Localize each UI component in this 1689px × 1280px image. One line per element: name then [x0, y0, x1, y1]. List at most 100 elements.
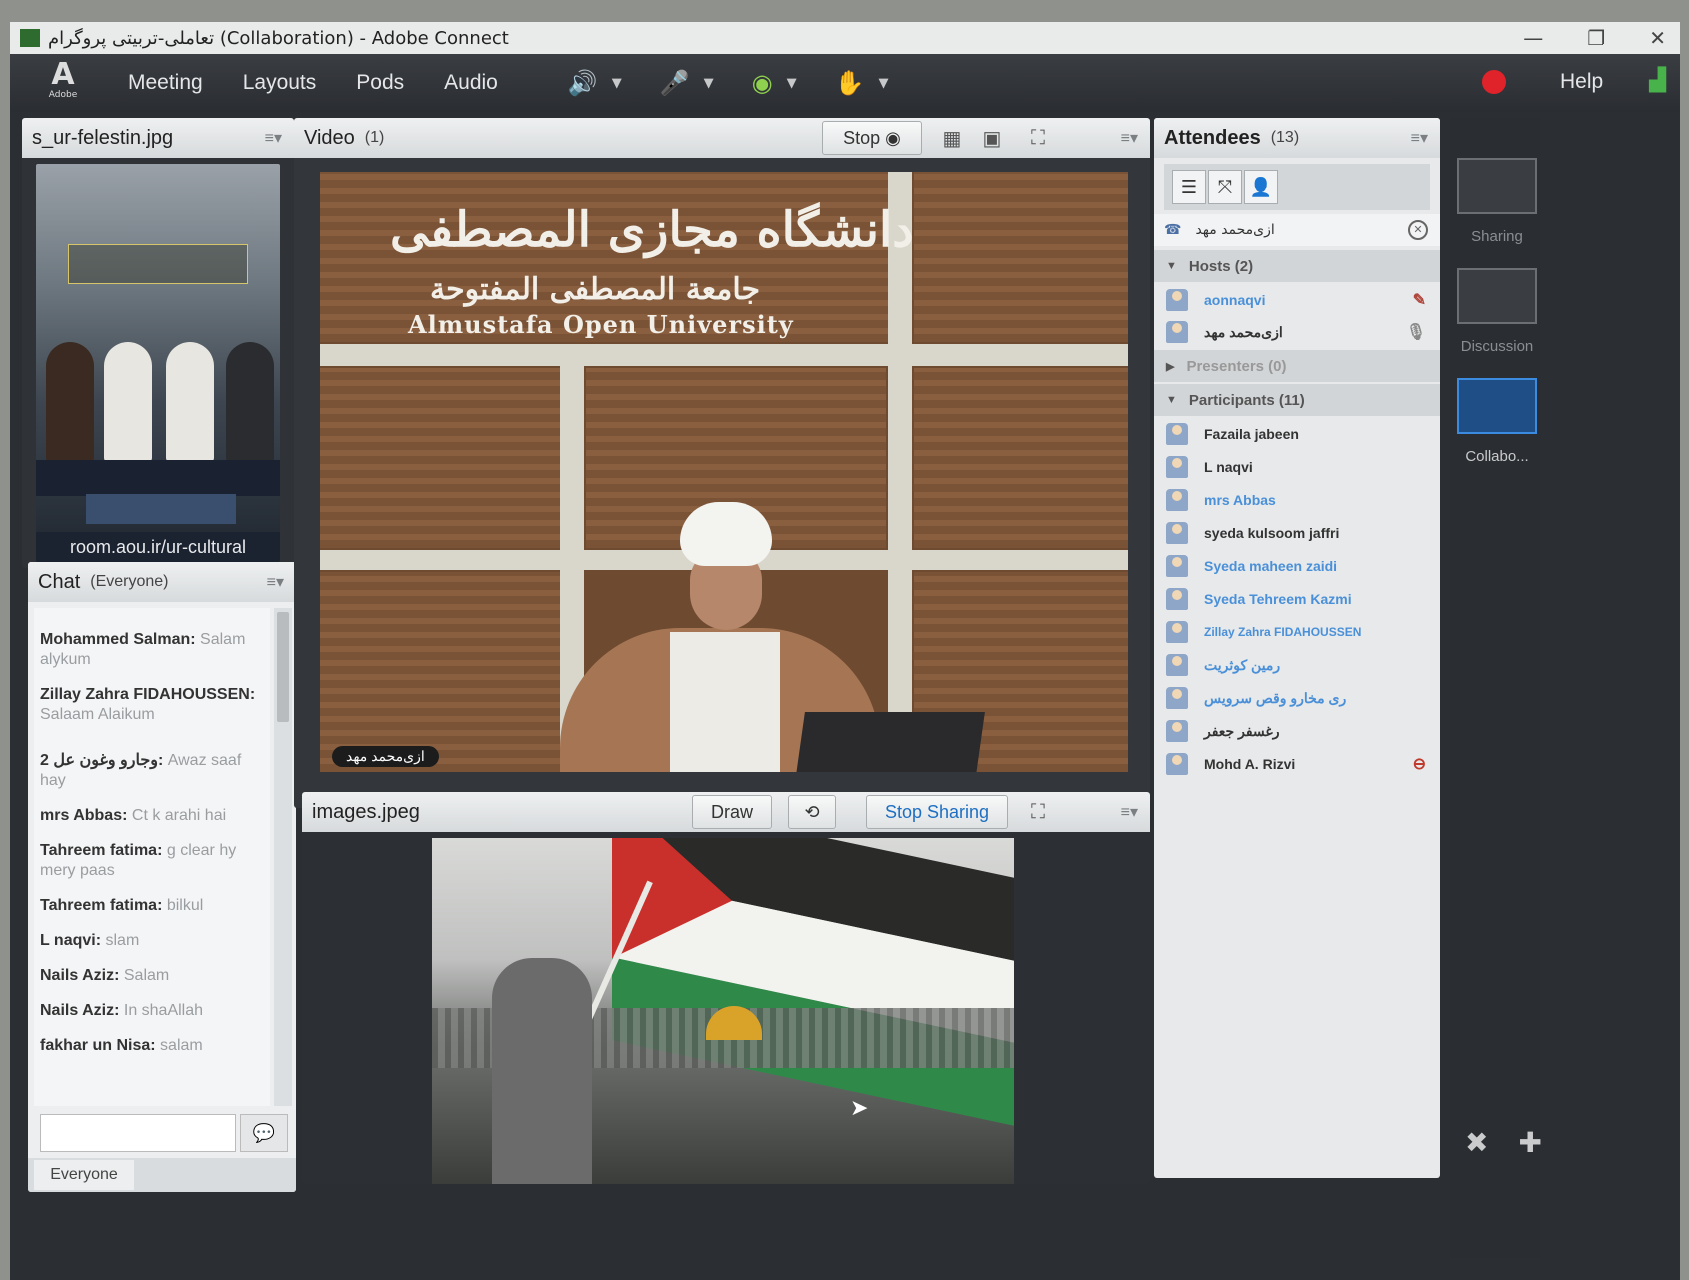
participant-row[interactable]: ری مخارو وقص سرویس [1154, 682, 1440, 714]
flag-triangle-red [612, 838, 732, 984]
pod-menu-icon[interactable]: ≡▾ [1121, 802, 1138, 822]
microphone-control[interactable]: 🎤 ▼ [660, 69, 714, 97]
pod-menu-icon[interactable]: ≡▾ [267, 572, 284, 592]
pod-header: Video (1) Stop ◉ ▦ ▣ ⛶ ≡▾ [294, 118, 1150, 158]
chat-sender: Tahreem fatima: [40, 842, 163, 859]
speaker-icon: 🔊 [567, 69, 598, 97]
restore-icon[interactable]: ❐ [1587, 26, 1605, 50]
menu-meeting[interactable]: Meeting [128, 71, 203, 95]
participant-row[interactable]: Mohd A. Rizvi ⊖ [1154, 748, 1440, 780]
close-icon[interactable]: ✕ [1649, 26, 1666, 50]
share-title: images.jpeg [312, 800, 420, 823]
chat-text: slam [101, 932, 140, 949]
participant-row[interactable]: Syeda maheen zaidi [1154, 550, 1440, 582]
share-pod: images.jpeg Draw ⟲ Stop Sharing ⛶ ≡▾ ➤ [302, 792, 1150, 1184]
background-panel [914, 172, 1128, 342]
breakout-view-icon[interactable]: ⤧ [1208, 170, 1242, 204]
chat-message: Tahreem fatima: g clear hy mery paas [40, 841, 264, 881]
layout-collaboration[interactable]: Collabo... [1454, 378, 1540, 465]
chat-sender: fakhar un Nisa: [40, 1037, 156, 1054]
poster-person [226, 342, 274, 462]
participant-row[interactable]: Syeda Tehreem Kazmi [1154, 583, 1440, 615]
pod-title: s_ur-felestin.jpg [32, 126, 174, 149]
pod-menu-icon[interactable]: ≡▾ [265, 128, 282, 148]
background-frame [888, 172, 912, 772]
participant-row[interactable]: Fazaila jabeen [1154, 418, 1440, 450]
participant-row[interactable]: syeda kulsoom jaffri [1154, 517, 1440, 549]
participant-row[interactable]: رمین کوثریت [1154, 649, 1440, 681]
chat-message-list: Mohammed Salman: Salam alykum Zillay Zah… [34, 608, 270, 1106]
close-layouts-icon[interactable]: ✖ [1465, 1126, 1488, 1159]
fullscreen-icon[interactable]: ⛶ [1020, 121, 1056, 155]
record-icon[interactable] [1482, 70, 1506, 94]
layout-sharing[interactable]: Sharing [1454, 158, 1540, 245]
chevron-down-icon[interactable]: ▼ [704, 76, 714, 91]
pod-menu-icon[interactable]: ≡▾ [1121, 128, 1138, 148]
attendee-search[interactable]: ☎ ازی‌محمد مهد ✕ [1154, 214, 1440, 246]
app-window: تعاملی-تربیتی پروگرام (Collaboration) - … [10, 22, 1680, 1280]
hosts-label: Hosts (2) [1188, 257, 1254, 275]
chat-message: وجارو وغون عل 2: Awaz saaf hay [40, 751, 264, 791]
fullscreen-icon[interactable]: ⛶ [1020, 795, 1056, 829]
webcam-control[interactable]: ◉ ▼ [752, 69, 797, 97]
speaker-control[interactable]: 🔊 ▼ [568, 69, 622, 97]
speaker-turban [680, 502, 772, 566]
flag-bearer [492, 958, 592, 1184]
chat-sender: Zillay Zahra FIDAHOUSSEN: [40, 686, 256, 703]
chat-tab-everyone[interactable]: Everyone [34, 1160, 134, 1190]
chat-scrollbar[interactable] [274, 608, 292, 1106]
add-layout-icon[interactable]: ✚ [1518, 1126, 1541, 1159]
filmstrip-view-icon[interactable]: ▣ [974, 121, 1010, 155]
host-row[interactable]: aonnaqvi ✎ [1154, 284, 1440, 316]
participant-row[interactable]: mrs Abbas [1154, 484, 1440, 516]
clear-search-icon[interactable]: ✕ [1408, 220, 1428, 240]
chat-text: Salaam Alaikum [40, 706, 155, 723]
list-view-icon[interactable]: ☰ [1172, 170, 1206, 204]
participant-name: Mohd A. Rizvi [1204, 756, 1296, 772]
participant-row[interactable]: L naqvi [1154, 451, 1440, 483]
stop-webcam-button[interactable]: Stop ◉ [822, 121, 922, 155]
participant-name: Syeda Tehreem Kazmi [1204, 591, 1352, 607]
menu-audio[interactable]: Audio [444, 71, 498, 95]
chat-input[interactable] [40, 1114, 236, 1152]
participants-group[interactable]: ▼ Participants (11) [1154, 384, 1440, 416]
background-panel [320, 368, 560, 548]
chat-text: bilkul [162, 897, 204, 914]
search-value: ازی‌محمد مهد [1195, 222, 1275, 238]
send-message-button[interactable]: 💬 [240, 1114, 288, 1152]
chevron-down-icon[interactable]: ▼ [612, 76, 622, 91]
host-row[interactable]: ازی‌محمد مهد 🎙 [1154, 316, 1440, 348]
participant-avatar-icon [1166, 456, 1188, 478]
chat-text: Salam [119, 967, 170, 984]
status-view-icon[interactable]: 👤 [1244, 170, 1278, 204]
window-title-bar: تعاملی-تربیتی پروگرام (Collaboration) - … [10, 22, 1680, 54]
pod-menu-icon[interactable]: ≡▾ [1411, 128, 1428, 148]
chevron-down-icon[interactable]: ▼ [879, 76, 889, 91]
chevron-down-icon[interactable]: ▼ [787, 76, 797, 91]
scrollbar-thumb[interactable] [277, 612, 289, 722]
stop-sharing-button[interactable]: Stop Sharing [866, 795, 1008, 829]
palestine-flag [612, 838, 1014, 1134]
participant-row[interactable]: Zillay Zahra FIDAHOUSSEN [1154, 616, 1440, 648]
help-menu[interactable]: Help [1560, 70, 1603, 94]
status-away-icon: ⊖ [1412, 756, 1426, 773]
attendees-count: (13) [1270, 129, 1300, 146]
draw-button[interactable]: Draw [692, 795, 772, 829]
raise-hand-control[interactable]: ✋ ▼ [835, 69, 889, 97]
laptop [795, 712, 985, 772]
pod-header: images.jpeg Draw ⟲ Stop Sharing ⛶ ≡▾ [302, 792, 1150, 832]
expand-arrow-icon: ▶ [1166, 360, 1175, 373]
participant-name: Fazaila jabeen [1204, 426, 1299, 442]
poster-person [46, 342, 94, 462]
participant-avatar-icon [1166, 654, 1188, 676]
minimize-icon[interactable]: — [1523, 26, 1543, 50]
menu-layouts[interactable]: Layouts [243, 71, 317, 95]
hosts-group[interactable]: ▼ Hosts (2) [1154, 250, 1440, 282]
sync-button[interactable]: ⟲ [788, 795, 836, 829]
menu-pods[interactable]: Pods [356, 71, 404, 95]
presenters-group[interactable]: ▶ Presenters (0) [1154, 350, 1440, 382]
chat-message: Zillay Zahra FIDAHOUSSEN: Salaam Alaikum [40, 685, 264, 725]
layout-discussion[interactable]: Discussion [1454, 268, 1540, 355]
participant-row[interactable]: رغسفر جعفر [1154, 715, 1440, 747]
grid-view-icon[interactable]: ▦ [934, 121, 970, 155]
